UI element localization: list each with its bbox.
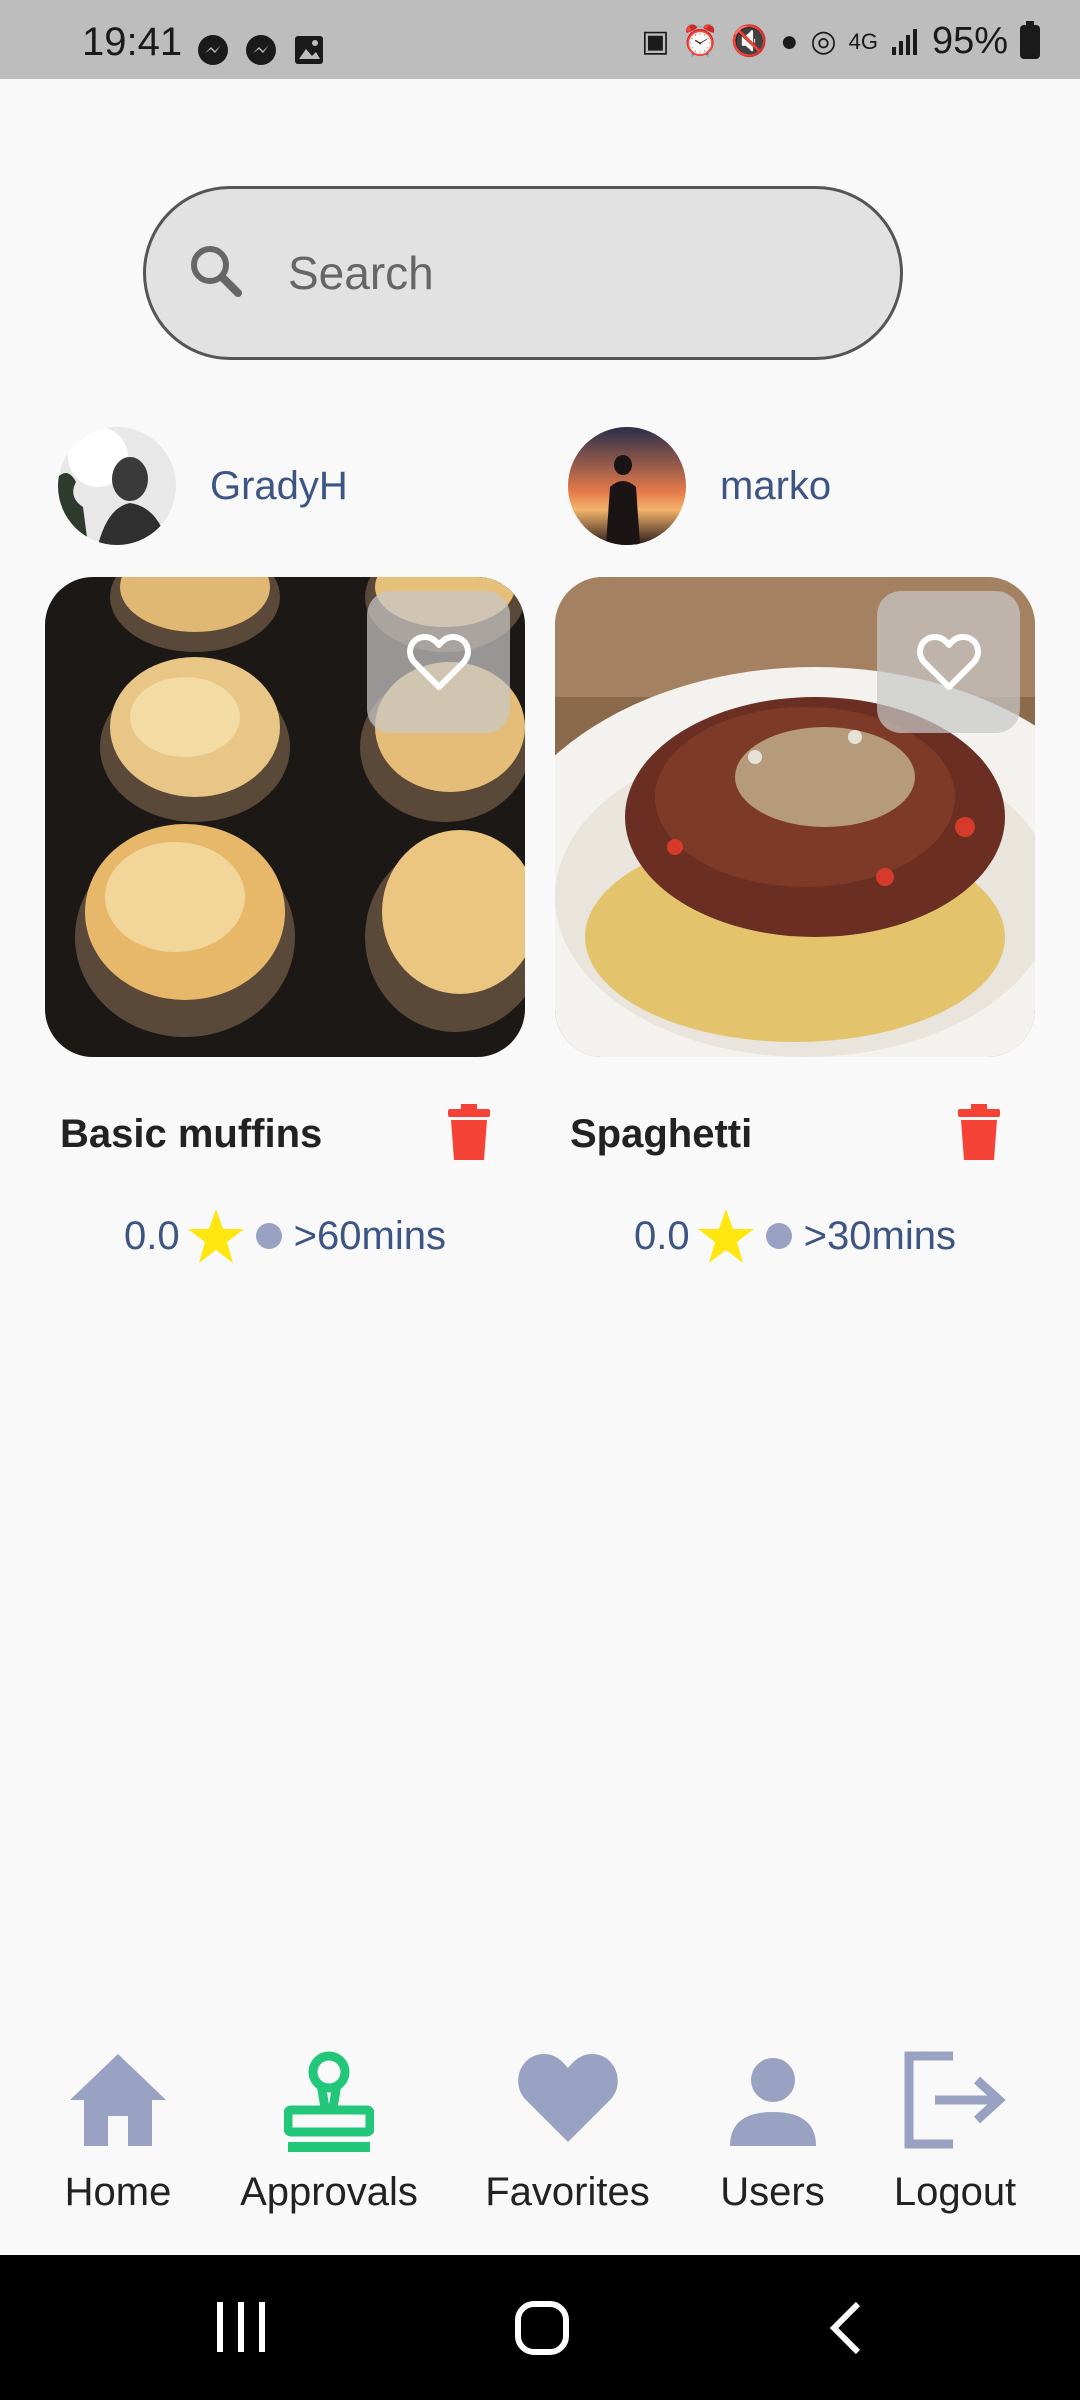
battery-icon	[1020, 20, 1040, 59]
4g-icon: 4G	[848, 28, 878, 54]
signal-icon	[891, 28, 917, 55]
heart-icon	[470, 2050, 665, 2162]
search-icon	[191, 246, 242, 297]
heart-outline-icon	[916, 634, 981, 690]
recipe-meta: 0.0 >60mins	[45, 1209, 525, 1263]
trash-icon	[958, 1104, 1000, 1160]
recipe-title-row: Basic muffins	[45, 1104, 525, 1174]
author-name[interactable]: GradyH	[210, 464, 348, 509]
rating-value: 0.0	[634, 1213, 690, 1258]
delete-button[interactable]	[958, 1104, 1000, 1165]
recipe-card[interactable]: marko Spaghetti 0.0 >30mins	[555, 424, 1035, 1263]
separator-dot	[765, 1223, 792, 1249]
nav-label: Approvals	[240, 2170, 418, 2214]
recent-apps-icon	[217, 2302, 265, 2352]
author-row[interactable]: marko	[555, 424, 1035, 554]
author-row[interactable]: GradyH	[45, 424, 525, 554]
recipe-card[interactable]: GradyH Basic muffins 0.0 >60mins	[45, 424, 525, 1263]
nav-label: Logout	[893, 2170, 1017, 2214]
logout-icon	[880, 2050, 1030, 2162]
trash-icon	[448, 1104, 490, 1160]
messenger-icon	[246, 35, 276, 65]
mute-icon: 🔇	[730, 25, 769, 58]
recipe-meta: 0.0 >30mins	[555, 1209, 1035, 1263]
bottom-navigation: Home Approvals Favorites Users Logout	[0, 2020, 1080, 2255]
nav-label: Home	[64, 2170, 172, 2214]
battery-percent: 95%	[931, 20, 1008, 62]
status-bar: 19:41 ▣ ⏰ 🔇 ● ◎ 4G 95%	[0, 0, 1080, 79]
notification-icons	[196, 33, 326, 67]
star-icon	[697, 1209, 754, 1263]
favorite-button[interactable]	[877, 591, 1020, 733]
rating-value: 0.0	[124, 1213, 180, 1258]
author-name[interactable]: marko	[720, 464, 831, 509]
gallery-icon	[295, 36, 323, 64]
messenger-icon	[198, 35, 228, 65]
cook-time: >60mins	[293, 1213, 446, 1258]
nav-label: Users	[720, 2170, 825, 2214]
hotspot-icon: ◎	[810, 25, 837, 58]
nav-home[interactable]: Home	[48, 2050, 188, 2215]
nav-approvals[interactable]: Approvals	[225, 2050, 433, 2215]
nav-logout[interactable]: Logout	[880, 2050, 1030, 2215]
home-icon	[48, 2050, 188, 2162]
avatar[interactable]	[58, 427, 176, 545]
nav-label: Favorites	[485, 2170, 650, 2214]
heart-outline-icon	[406, 634, 471, 690]
delete-button[interactable]	[448, 1104, 490, 1165]
location-icon: ●	[780, 24, 799, 58]
nav-favorites[interactable]: Favorites	[470, 2050, 665, 2215]
cook-time: >30mins	[803, 1213, 956, 1258]
nav-users[interactable]: Users	[700, 2050, 845, 2215]
separator-dot	[255, 1223, 282, 1249]
recipe-title[interactable]: Spaghetti	[570, 1112, 752, 1157]
avatar[interactable]	[568, 427, 686, 545]
status-time: 19:41	[82, 20, 183, 64]
back-icon	[829, 2301, 861, 2355]
alarm-icon: ⏰	[681, 25, 719, 58]
system-navigation-bar	[0, 2255, 1080, 2400]
recipe-title[interactable]: Basic muffins	[60, 1112, 322, 1157]
recipe-photo[interactable]	[45, 577, 525, 1057]
home-circle-icon	[515, 2301, 569, 2355]
system-status-icons: ▣ ⏰ 🔇 ● ◎ 4G 95%	[641, 20, 1040, 63]
search-input[interactable]	[286, 237, 850, 309]
stamp-icon	[225, 2050, 433, 2162]
star-icon	[187, 1209, 244, 1263]
battery-saver-icon: ▣	[641, 25, 670, 58]
favorite-button[interactable]	[367, 591, 510, 733]
home-system-button[interactable]	[514, 2300, 570, 2361]
back-button[interactable]	[828, 2300, 864, 2361]
recent-apps-button[interactable]	[215, 2300, 267, 2359]
search-bar[interactable]	[143, 186, 903, 360]
user-icon	[700, 2050, 845, 2162]
recipe-title-row: Spaghetti	[555, 1104, 1035, 1174]
recipe-photo[interactable]	[555, 577, 1035, 1057]
